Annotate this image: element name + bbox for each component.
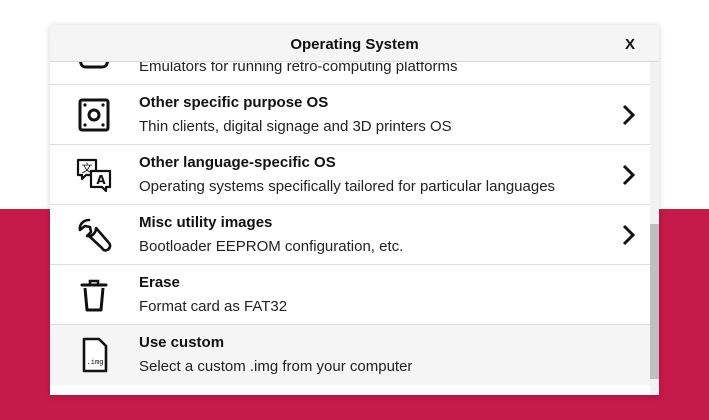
os-list[interactable]: Emulators for running retro-computing pl… [50, 62, 650, 395]
img-file-icon: .img [76, 337, 112, 373]
list-item-description: Format card as FAT32 [139, 298, 288, 315]
translate-icon: 文 A [76, 157, 112, 193]
list-item-erase[interactable]: Erase Format card as FAT32 [50, 265, 650, 325]
list-item-name: Erase [139, 274, 180, 291]
list-item-name: Use custom [139, 334, 225, 351]
chevron-right-icon [618, 223, 640, 247]
chevron-right-icon [618, 103, 640, 127]
list-item-use-custom[interactable]: .img Use custom Select a custom .img fro… [50, 325, 650, 385]
list-item-description: Bootloader EEPROM configuration, etc. [139, 238, 404, 255]
list-item-name: Misc utility images [139, 214, 273, 231]
list-item-language-specific-os[interactable]: 文 A Other language-specific OS Operating… [50, 145, 650, 205]
dialog-header: Operating System X [50, 25, 659, 62]
list-item-emulation[interactable]: Emulators for running retro-computing pl… [50, 62, 650, 85]
trash-icon [76, 277, 112, 313]
dialog-title: Operating System [290, 36, 419, 53]
list-item-name: Other language-specific OS [139, 154, 336, 171]
list-item-description: Emulators for running retro-computing pl… [139, 62, 458, 75]
list-item-description: Thin clients, digital signage and 3D pri… [139, 118, 452, 135]
list-item-specific-purpose-os[interactable]: Other specific purpose OS Thin clients, … [50, 85, 650, 145]
wrench-icon [76, 217, 112, 253]
list-scrollbar[interactable] [650, 62, 659, 395]
chevron-right-icon [618, 163, 640, 187]
list-item-description: Select a custom .img from your computer [139, 358, 413, 375]
list-item-name: Other specific purpose OS [139, 94, 329, 111]
list-item-description: Operating systems specifically tailored … [139, 178, 556, 195]
svg-text:A: A [96, 173, 106, 187]
img-file-icon-label: .img [87, 358, 104, 366]
scrollbar-thumb[interactable] [650, 224, 659, 379]
os-select-dialog: Operating System X Emulators for running… [50, 25, 659, 395]
list-item-misc-utility-images[interactable]: Misc utility images Bootloader EEPROM co… [50, 205, 650, 265]
close-button[interactable]: X [625, 36, 635, 53]
game-controller-icon [76, 62, 112, 73]
device-icon [76, 97, 112, 133]
